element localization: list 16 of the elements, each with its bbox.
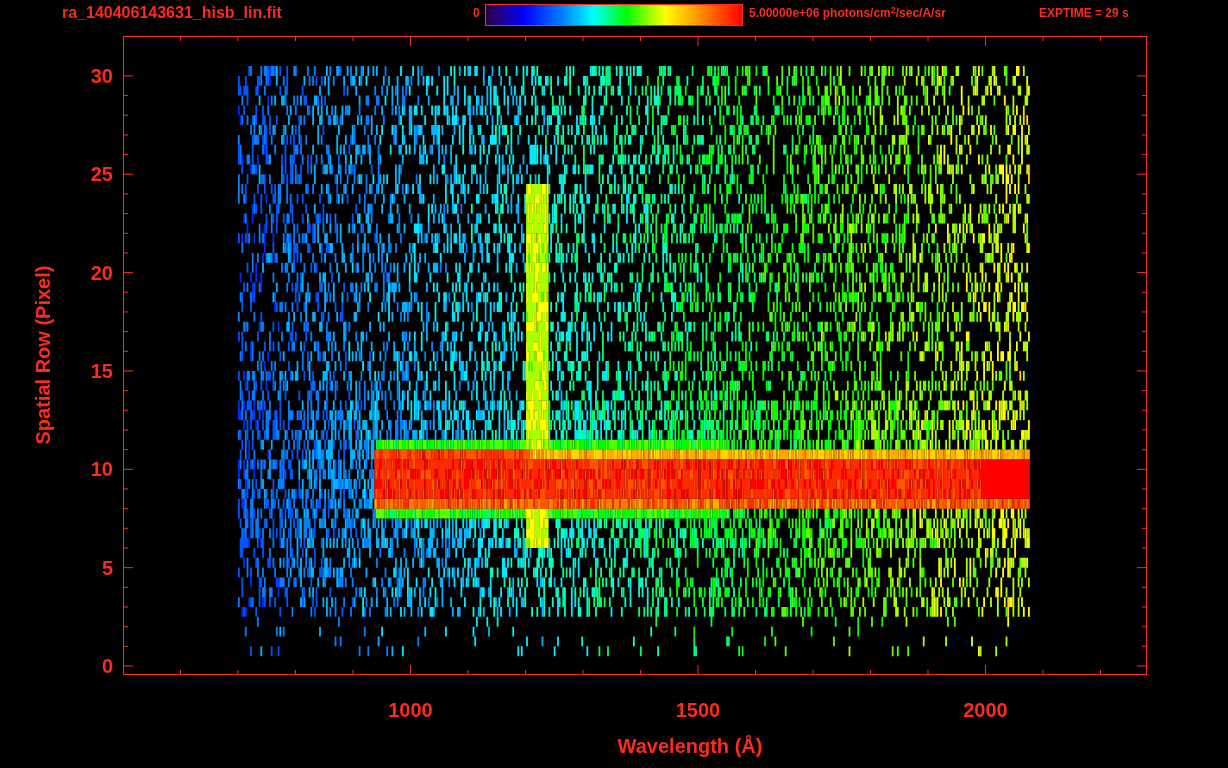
- x-tick-label: 1500: [675, 699, 721, 721]
- y-tick-label: 0: [101, 655, 113, 677]
- y-tick-label: 15: [90, 359, 113, 382]
- file-name: ra_140406143631_hisb_lin.fit: [62, 3, 283, 23]
- exposure-time: EXPTIME = 29 s: [1039, 5, 1129, 22]
- y-axis-label: Spatial Row (Pixel): [31, 265, 55, 445]
- colorbar-max-label: 5.00000e+06 photons/cm$^{2}$/sec/A/sr: [749, 3, 947, 22]
- y-tick-label: 20: [90, 261, 113, 284]
- colorbar-min-label: 0: [473, 5, 481, 22]
- y-tick-label: 25: [90, 163, 113, 186]
- y-tick-label: 10: [90, 458, 113, 481]
- x-tick-label: 1000: [388, 699, 433, 721]
- x-axis-label: Wavelength (Å): [617, 734, 763, 758]
- x-tick-label: 2000: [963, 699, 1008, 721]
- y-tick-label: 30: [90, 64, 113, 87]
- y-tick-label: 5: [101, 556, 113, 579]
